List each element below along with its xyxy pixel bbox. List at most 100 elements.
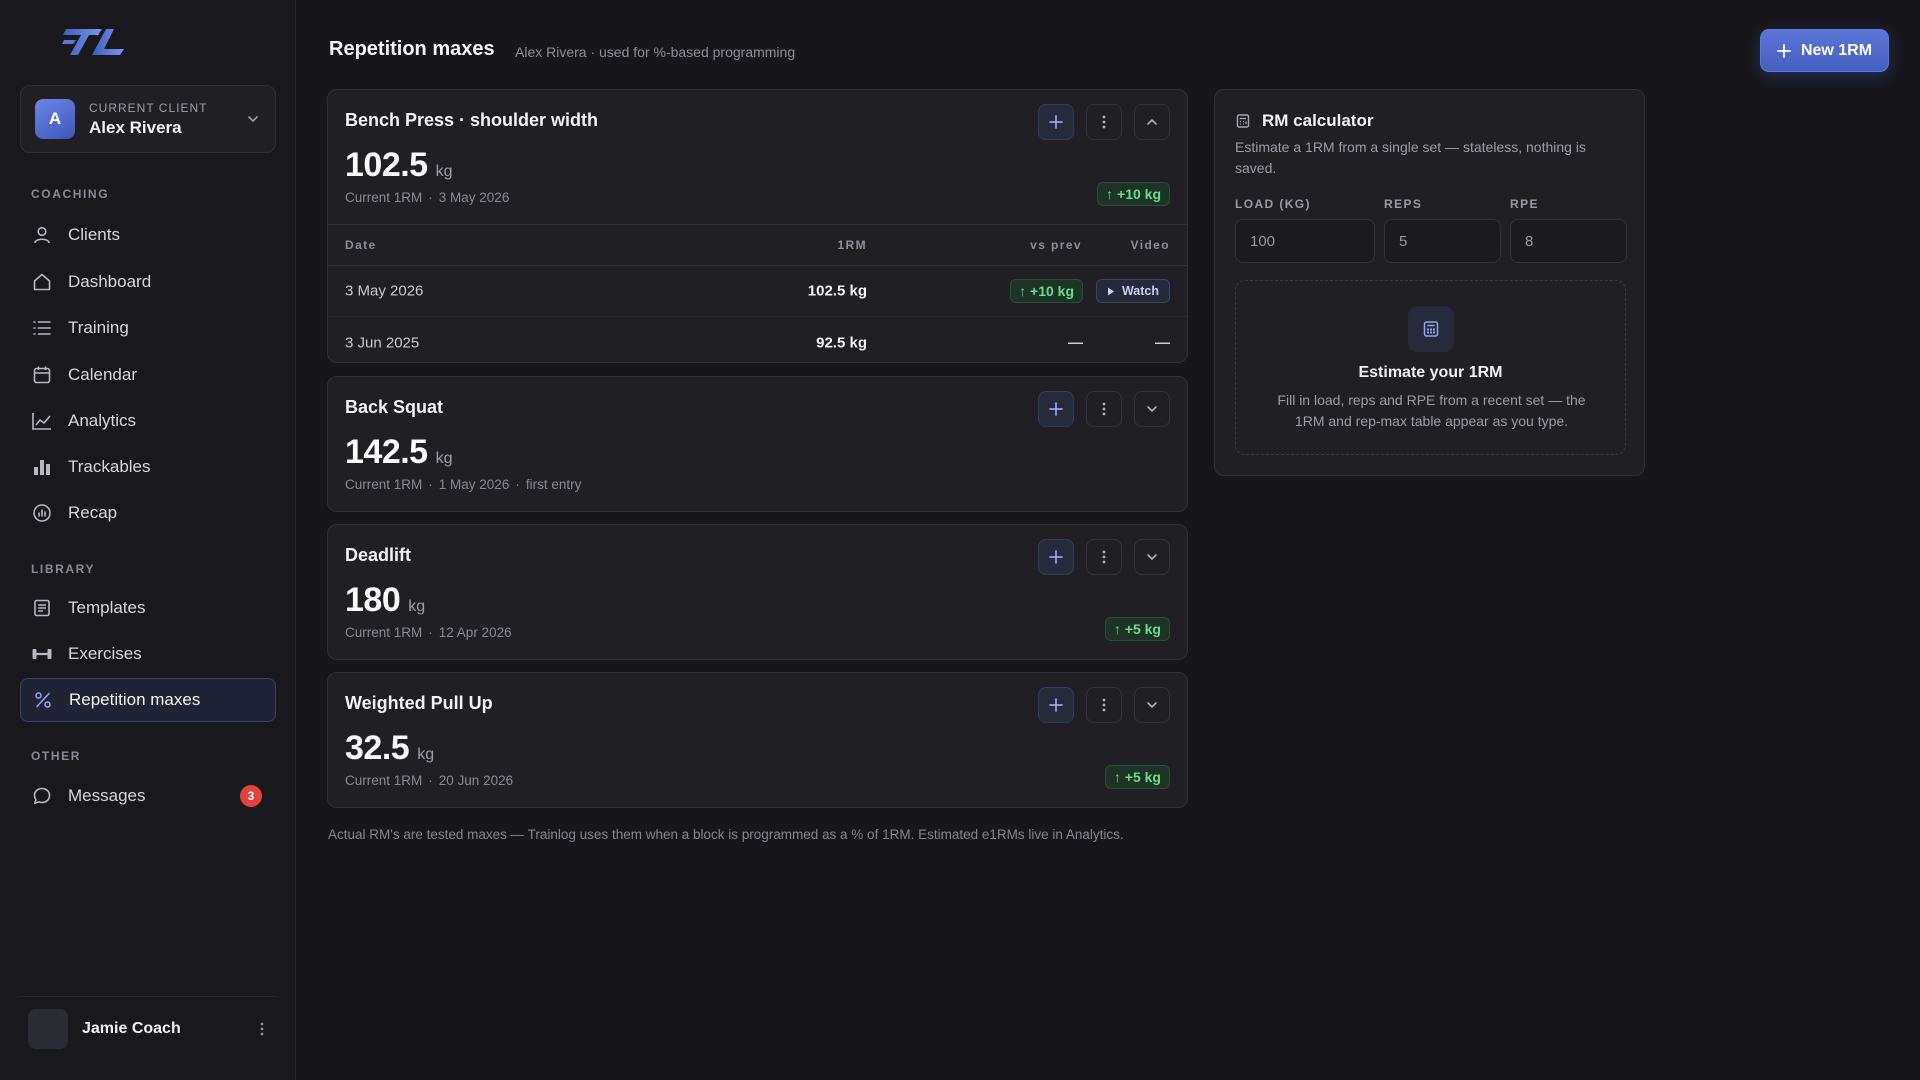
sidebar-item-label: Messages (68, 786, 146, 805)
lift-name: Back Squat (345, 397, 444, 417)
row-1rm: 102.5 kg (807, 282, 867, 300)
gauge-icon (30, 501, 54, 525)
list-icon (30, 316, 54, 340)
avatar (28, 1008, 68, 1049)
trainlog-logo[interactable] (62, 26, 128, 58)
rpe-input[interactable] (1510, 219, 1627, 263)
collapse-button[interactable] (1134, 104, 1170, 140)
estimate-empty-state: Estimate your 1RM Fill in load, reps and… (1235, 280, 1626, 455)
table-row: 3 May 2026 102.5 kg ↑ +10 kg Watch (328, 266, 1187, 317)
load-input[interactable] (1235, 219, 1375, 263)
kebab-menu-icon (1102, 114, 1106, 130)
expand-button[interactable] (1134, 687, 1170, 723)
row-vs-prev: — (1068, 334, 1083, 351)
sidebar-item-repetition-maxes[interactable]: Repetition maxes (20, 678, 276, 722)
sidebar-item-messages[interactable]: Messages 3 (20, 774, 276, 818)
lift-name: Bench Press · shoulder width (345, 110, 599, 130)
plus-icon (1777, 43, 1791, 58)
kebab-menu-icon (1102, 549, 1106, 565)
new-1rm-button[interactable]: New 1RM (1760, 29, 1889, 72)
kebab-menu-icon[interactable] (256, 1017, 268, 1041)
watch-label: Watch (1121, 284, 1159, 298)
unit-label: kg (408, 598, 426, 615)
lift-card-weighted-pull-up: Weighted Pull Up 32.5 kg Current 1RM · 20 … (327, 672, 1188, 808)
add-entry-button[interactable] (1038, 687, 1074, 723)
sidebar-item-exercises[interactable]: Exercises (20, 632, 276, 676)
page-subtitle: Alex Rivera · used for %-based programmi… (515, 44, 796, 60)
nav-section-other: OTHER (31, 749, 81, 763)
bar-chart-icon (30, 455, 54, 479)
plus-icon (1049, 698, 1063, 712)
current-1rm-value: 102.5 (345, 146, 428, 184)
meta-separator: · (428, 477, 433, 492)
more-options-button[interactable] (1086, 687, 1122, 723)
sidebar-item-templates[interactable]: Templates (20, 586, 276, 630)
sidebar-item-label: Training (68, 318, 129, 337)
sidebar-item-clients[interactable]: Clients (20, 213, 276, 257)
current-1rm-value: 142.5 (345, 433, 428, 471)
percent-icon (31, 688, 55, 712)
row-1rm: 92.5 kg (816, 334, 867, 351)
reps-label: REPS (1384, 197, 1423, 211)
col-date: Date (345, 238, 377, 252)
more-options-button[interactable] (1086, 104, 1122, 140)
client-name: Alex Rivera (89, 117, 182, 137)
table-row: 3 Jun 2025 92.5 kg — — (328, 317, 1187, 362)
load-label: LOAD (KG) (1235, 197, 1311, 211)
meta-date: 12 Apr 2026 (438, 625, 512, 640)
more-options-button[interactable] (1086, 539, 1122, 575)
lift-meta: Current 1RM · 12 Apr 2026 (345, 625, 512, 640)
sidebar: A CURRENT CLIENT Alex Rivera COACHING Cl… (0, 0, 296, 1080)
sidebar-item-label: Templates (68, 598, 146, 617)
rpe-label: RPE (1510, 197, 1539, 211)
add-entry-button[interactable] (1038, 539, 1074, 575)
reps-input[interactable] (1384, 219, 1501, 263)
calculator-title: RM calculator (1262, 111, 1374, 130)
sidebar-item-training[interactable]: Training (20, 306, 276, 350)
plus-icon (1049, 402, 1063, 416)
meta-separator: · (428, 773, 433, 788)
sidebar-item-recap[interactable]: Recap (20, 491, 276, 535)
col-vs-prev: vs prev (1030, 238, 1082, 252)
sidebar-item-label: Repetition maxes (69, 690, 201, 709)
col-1rm: 1RM (837, 238, 867, 252)
rm-calculator-panel: RM calculator Estimate a 1RM from a sing… (1214, 89, 1645, 476)
unit-label: kg (417, 746, 435, 763)
sidebar-item-analytics[interactable]: Analytics (20, 399, 276, 443)
sidebar-item-trackables[interactable]: Trackables (20, 445, 276, 489)
expand-button[interactable] (1134, 391, 1170, 427)
page-title: Repetition maxes (329, 38, 495, 60)
sidebar-item-dashboard[interactable]: Dashboard (20, 260, 276, 304)
meta-label: Current 1RM (345, 477, 423, 492)
calculator-icon (1408, 306, 1454, 352)
expand-button[interactable] (1134, 539, 1170, 575)
history-header: Date 1RM vs prev Video (328, 224, 1187, 266)
current-1rm-value: 32.5 (345, 729, 410, 767)
add-entry-button[interactable] (1038, 104, 1074, 140)
plus-icon (1049, 115, 1063, 129)
lift-card-deadlift: Deadlift 180 kg Current 1RM · 12 Apr 2026 … (327, 524, 1188, 660)
play-icon (1107, 287, 1115, 296)
delta-badge: ↑ +5 kg (1104, 765, 1170, 789)
chevron-up-icon (1145, 115, 1159, 129)
unit-label: kg (435, 450, 453, 467)
watch-video-button[interactable]: Watch (1095, 279, 1170, 303)
meta-separator: · (515, 477, 520, 492)
row-date: 3 Jun 2025 (345, 334, 420, 351)
empty-state-description: Fill in load, reps and RPE from a recent… (1277, 392, 1586, 429)
client-switcher[interactable]: A CURRENT CLIENT Alex Rivera (20, 85, 276, 153)
more-options-button[interactable] (1086, 391, 1122, 427)
dumbbell-icon (30, 642, 54, 666)
user-icon (30, 223, 54, 247)
user-profile[interactable]: Jamie Coach (20, 996, 276, 1060)
meta-separator: · (428, 190, 433, 205)
add-entry-button[interactable] (1038, 391, 1074, 427)
lift-card-bench-press: Bench Press · shoulder width 102.5 kg Cu… (327, 89, 1188, 363)
document-icon (30, 596, 54, 620)
kebab-menu-icon (1102, 401, 1106, 417)
sidebar-item-label: Exercises (68, 644, 142, 663)
sidebar-item-calendar[interactable]: Calendar (20, 353, 276, 397)
lift-name: Deadlift (345, 545, 412, 565)
meta-date: 1 May 2026 (438, 477, 510, 492)
col-video: Video (1130, 238, 1170, 252)
